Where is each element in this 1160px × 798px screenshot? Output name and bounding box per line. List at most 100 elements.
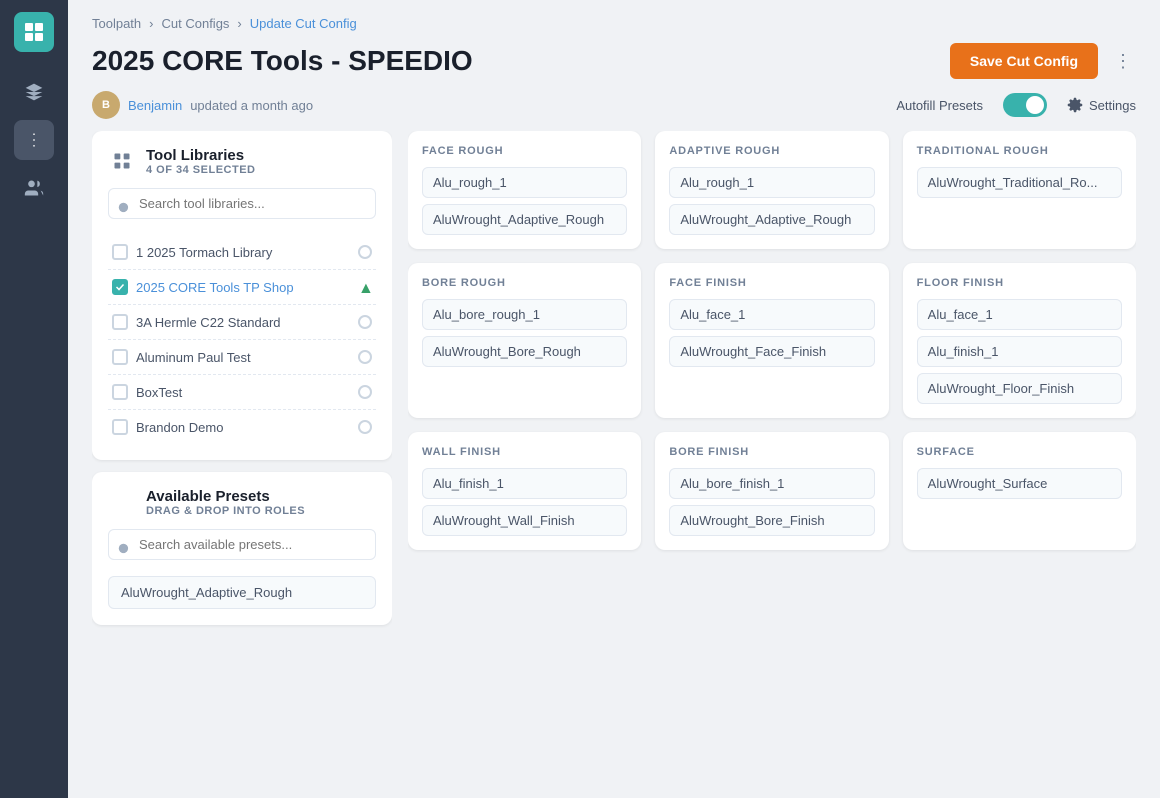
settings-button[interactable]: Settings (1067, 97, 1136, 113)
lib-item-left: BoxTest (112, 384, 182, 400)
role-preset-tag[interactable]: Alu_finish_1 (917, 336, 1122, 367)
breadcrumb-sep-1: › (149, 16, 153, 31)
lib-checkbox[interactable] (112, 314, 128, 330)
lib-checkbox[interactable] (112, 384, 128, 400)
role-card-bore-finish: BORE FINISH Alu_bore_finish_1 AluWrought_… (655, 432, 888, 550)
lib-item[interactable]: 1 2025 Tormach Library (108, 235, 376, 270)
breadcrumb-cut-configs[interactable]: Cut Configs (162, 16, 230, 31)
sidebar-item-layers[interactable] (14, 120, 54, 160)
role-preset-tag[interactable]: Alu_face_1 (917, 299, 1122, 330)
lib-item-left: 2025 CORE Tools TP Shop (112, 279, 294, 295)
role-card-traditional-rough: TRADITIONAL ROUGH AluWrought_Traditional… (903, 131, 1136, 249)
search-icon (117, 201, 131, 215)
preset-icon (108, 488, 136, 516)
lib-name: 1 2025 Tormach Library (136, 245, 272, 260)
main-content: Toolpath › Cut Configs › Update Cut Conf… (68, 0, 1160, 798)
available-presets-title: Available Presets (146, 488, 305, 505)
lib-item-left: 3A Hermle C22 Standard (112, 314, 281, 330)
role-preset-tag[interactable]: AluWrought_Face_Finish (669, 336, 874, 367)
role-title: FACE ROUGH (422, 145, 627, 157)
lib-item-left: 1 2025 Tormach Library (112, 244, 272, 260)
lib-checkbox[interactable] (112, 279, 128, 295)
available-preset-item[interactable]: AluWrought_Adaptive_Rough (108, 576, 376, 609)
role-title: ADAPTIVE ROUGH (669, 145, 874, 157)
tool-libraries-search[interactable] (108, 188, 376, 219)
lib-name: Brandon Demo (136, 420, 223, 435)
breadcrumb-toolpath[interactable]: Toolpath (92, 16, 141, 31)
role-title: WALL FINISH (422, 446, 627, 458)
header: Toolpath › Cut Configs › Update Cut Conf… (68, 0, 1160, 131)
avatar: B (92, 91, 120, 119)
role-preset-tag[interactable]: Alu_rough_1 (669, 167, 874, 198)
role-preset-tag[interactable]: Alu_bore_finish_1 (669, 468, 874, 499)
header-actions: Save Cut Config ⋮ (950, 43, 1136, 79)
breadcrumb-sep-2: › (237, 16, 241, 31)
role-preset-tag[interactable]: AluWrought_Wall_Finish (422, 505, 627, 536)
lib-checkbox[interactable] (112, 349, 128, 365)
sidebar (0, 0, 68, 798)
role-preset-tag[interactable]: AluWrought_Adaptive_Rough (669, 204, 874, 235)
role-title: SURFACE (917, 446, 1122, 458)
role-preset-tag[interactable]: AluWrought_Adaptive_Rough (422, 204, 627, 235)
tool-libraries-list: 1 2025 Tormach Library 2025 CORE Tools T… (108, 235, 376, 444)
role-title: BORE ROUGH (422, 277, 627, 289)
available-presets-subtitle: DRAG & DROP INTO ROLES (146, 505, 305, 517)
available-presets-header: Available Presets DRAG & DROP INTO ROLES (108, 488, 376, 517)
lib-item[interactable]: Aluminum Paul Test (108, 340, 376, 375)
role-preset-tag[interactable]: AluWrought_Floor_Finish (917, 373, 1122, 404)
autofill-label: Autofill Presets (896, 98, 983, 113)
tool-libraries-search-wrap (108, 188, 376, 227)
role-preset-tag[interactable]: Alu_finish_1 (422, 468, 627, 499)
sidebar-item-cube[interactable] (14, 72, 54, 112)
lib-name: BoxTest (136, 385, 182, 400)
lib-item[interactable]: 3A Hermle C22 Standard (108, 305, 376, 340)
page-header: 2025 CORE Tools - SPEEDIO Save Cut Confi… (92, 43, 1136, 79)
lib-checkbox[interactable] (112, 419, 128, 435)
lib-item-left: Aluminum Paul Test (112, 349, 251, 365)
role-preset-tag[interactable]: Alu_face_1 (669, 299, 874, 330)
meta-right: Autofill Presets Settings (896, 93, 1136, 117)
lib-name: Aluminum Paul Test (136, 350, 251, 365)
lib-status-circle (358, 315, 372, 329)
lib-item-left: Brandon Demo (112, 419, 223, 435)
role-preset-tag[interactable]: AluWrought_Traditional_Ro... (917, 167, 1122, 198)
save-cut-config-button[interactable]: Save Cut Config (950, 43, 1098, 79)
settings-label: Settings (1089, 98, 1136, 113)
lib-status-circle (358, 385, 372, 399)
role-preset-tag[interactable]: AluWrought_Bore_Rough (422, 336, 627, 367)
role-title: FACE FINISH (669, 277, 874, 289)
role-title: BORE FINISH (669, 446, 874, 458)
updated-text: updated a month ago (190, 98, 313, 113)
presets-list: AluWrought_Adaptive_Rough (108, 576, 376, 609)
lib-item[interactable]: 2025 CORE Tools TP Shop ▲ (108, 270, 376, 305)
autofill-toggle[interactable] (1003, 93, 1047, 117)
tool-libraries-card: Tool Libraries 4 OF 34 SELECTED 1 2025 T… (92, 131, 392, 460)
role-card-face-finish: FACE FINISH Alu_face_1 AluWrought_Face_Fi… (655, 263, 888, 418)
role-preset-tag[interactable]: AluWrought_Surface (917, 468, 1122, 499)
sidebar-item-users[interactable] (14, 168, 54, 208)
lib-item[interactable]: Brandon Demo (108, 410, 376, 444)
breadcrumb: Toolpath › Cut Configs › Update Cut Conf… (92, 16, 1136, 31)
available-presets-title-group: Available Presets DRAG & DROP INTO ROLES (146, 488, 305, 517)
content-area: Tool Libraries 4 OF 34 SELECTED 1 2025 T… (68, 131, 1160, 798)
tool-libraries-subtitle: 4 OF 34 SELECTED (146, 164, 255, 176)
available-presets-search[interactable] (108, 529, 376, 560)
role-preset-tag[interactable]: Alu_rough_1 (422, 167, 627, 198)
more-options-button[interactable]: ⋮ (1110, 47, 1136, 76)
lib-status-circle (358, 350, 372, 364)
username: Benjamin (128, 98, 182, 113)
left-panel: Tool Libraries 4 OF 34 SELECTED 1 2025 T… (92, 131, 392, 782)
available-presets-search-wrap (108, 529, 376, 568)
app-logo[interactable] (14, 12, 54, 52)
role-preset-tag[interactable]: AluWrought_Bore_Finish (669, 505, 874, 536)
lib-status-circle (358, 420, 372, 434)
lib-item[interactable]: BoxTest (108, 375, 376, 410)
role-card-floor-finish: FLOOR FINISH Alu_face_1Alu_finish_1AluWr… (903, 263, 1136, 418)
role-card-face-rough: FACE ROUGH Alu_rough_1 AluWrought_Adaptiv… (408, 131, 641, 249)
search-icon-presets (117, 542, 131, 556)
role-preset-tag[interactable]: Alu_bore_rough_1 (422, 299, 627, 330)
page-title: 2025 CORE Tools - SPEEDIO (92, 45, 473, 77)
tool-libraries-title: Tool Libraries (146, 147, 255, 164)
lib-checkbox[interactable] (112, 244, 128, 260)
lib-status-warning: ▲ (358, 280, 372, 294)
